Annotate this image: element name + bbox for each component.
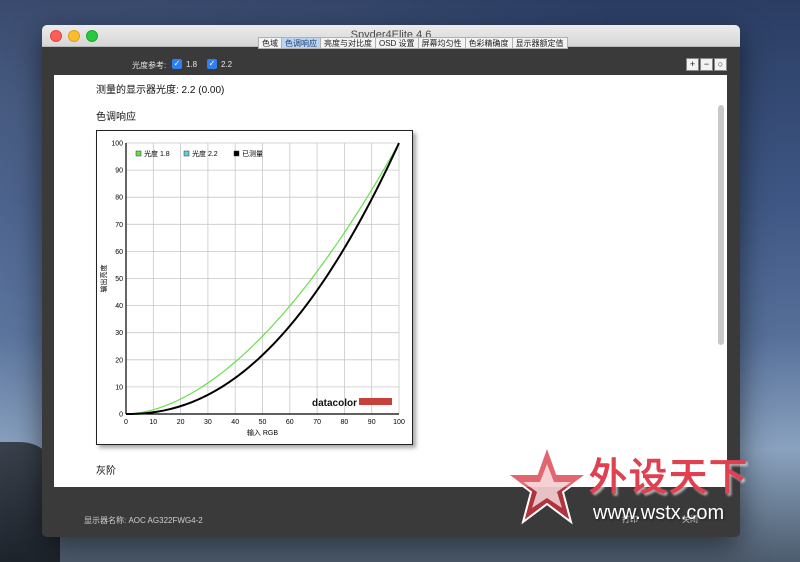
chart-canvas: 0 10 20 30 40 50 60 70 80 90 100 0 10 20 30 40 50 60 70 80 9… (99, 141, 405, 438)
title-bar[interactable]: Spyder4Elite 4.6 色域 色调响应 亮度与对比度 OSD 设置 屏… (42, 25, 740, 49)
watermark: 外设天下 www.wstx.com (505, 442, 795, 532)
report-tabs: 色域 色调响应 亮度与对比度 OSD 设置 屏幕均匀性 色彩精确度 显示器额定值 (258, 37, 568, 49)
y-tick-label: 40 (115, 303, 123, 310)
watermark-star-icon (505, 443, 589, 525)
legend-swatch-1 (183, 150, 190, 157)
x-tick-label: 10 (149, 419, 157, 426)
tab-osd-settings[interactable]: OSD 设置 (376, 37, 419, 49)
tab-display-rating[interactable]: 显示器额定值 (512, 37, 568, 49)
tone-response-chart: 0 10 20 30 40 50 60 70 80 90 100 0 10 20 30 40 50 60 70 80 9… (96, 130, 413, 445)
watermark-url: www.wstx.com (593, 502, 725, 524)
watermark-brand: 外设天下 (589, 457, 750, 499)
y-tick-label: 20 (115, 357, 123, 364)
zoom-out-button[interactable]: − (700, 58, 713, 71)
x-tick-label: 30 (204, 419, 212, 426)
y-tick-label: 0 (119, 412, 123, 419)
zoom-in-button[interactable]: + (686, 58, 699, 71)
measured-gamma-text: 测量的显示器光度: 2.2 (0.00) (96, 85, 225, 96)
tone-response-heading: 色调响应 (96, 112, 136, 123)
y-tick-label: 60 (115, 249, 123, 256)
legend-label-1: 光度 2.2 (192, 149, 218, 158)
y-tick-label: 50 (115, 276, 123, 283)
gamma-reference-label: 光度参考: (132, 61, 167, 70)
gamma-1-8-checkbox[interactable]: ✓ (172, 59, 182, 69)
x-tick-label: 40 (231, 419, 239, 426)
x-tick-label: 50 (259, 419, 267, 426)
x-tick-label: 80 (341, 419, 349, 426)
y-tick-label: 30 (115, 330, 123, 337)
y-tick-label: 70 (115, 222, 123, 229)
x-tick-label: 100 (393, 419, 405, 426)
legend-label-0: 光度 1.8 (144, 149, 170, 158)
report-content: 测量的显示器光度: 2.2 (0.00) 色调响应 0 10 20 30 40 50 60 7… (54, 75, 727, 487)
tab-screen-uniformity[interactable]: 屏幕均匀性 (418, 37, 466, 49)
gamma-1-8-label: 1.8 (186, 60, 198, 69)
gamma-2-2-label: 2.2 (221, 60, 233, 69)
y-tick-label: 100 (111, 141, 123, 148)
tab-brightness-contrast[interactable]: 亮度与对比度 (321, 37, 376, 49)
vertical-scrollbar[interactable] (718, 105, 724, 345)
y-tick-label: 10 (115, 384, 123, 391)
y-tick-label: 90 (115, 168, 123, 175)
legend-swatch-2 (233, 150, 240, 157)
tab-gamut[interactable]: 色域 (258, 37, 282, 49)
gamma-2-2-checkbox[interactable]: ✓ (207, 59, 217, 69)
x-tick-label: 90 (368, 419, 376, 426)
chart-toolbar: 光度参考: ✓ 1.8 ✓ 2.2 + − ○ (54, 55, 728, 75)
x-tick-label: 60 (286, 419, 294, 426)
x-tick-label: 70 (313, 419, 321, 426)
tab-tone-response[interactable]: 色调响应 (282, 37, 321, 49)
display-name-text: 显示器名称: AOC AG322FWG4-2 (84, 516, 203, 525)
x-axis-label: 输入 RGB (247, 428, 278, 437)
tab-color-accuracy[interactable]: 色彩精确度 (465, 37, 513, 49)
y-tick-label: 80 (115, 195, 123, 202)
x-tick-label: 0 (124, 419, 128, 426)
datacolor-logo: datacolor (312, 398, 357, 409)
legend-label-2: 已测量 (242, 150, 263, 158)
datacolor-logo-bar (359, 398, 392, 405)
grayscale-heading: 灰阶 (96, 466, 116, 477)
zoom-fit-button[interactable]: ○ (714, 58, 727, 71)
y-axis-label: 输出亮度 (99, 265, 108, 293)
x-tick-label: 20 (177, 419, 185, 426)
legend-swatch-0 (135, 150, 142, 157)
